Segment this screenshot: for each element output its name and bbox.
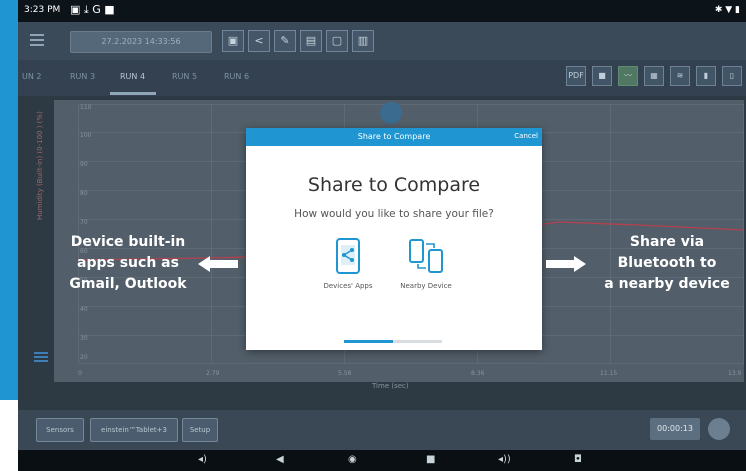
y-tick: 100 xyxy=(80,132,92,139)
dialog-header: Share to Compare Cancel xyxy=(246,128,542,146)
status-right-icons: ✱ ▼ ▮ xyxy=(714,5,740,15)
bottom-bar: Sensors einstein™Tablet+3 Setup 00:00:13 xyxy=(18,410,746,450)
home-icon[interactable]: ◉ xyxy=(348,454,357,465)
date-field[interactable]: 27.2.2023 14:33:56 xyxy=(70,31,212,53)
y-tick: 70 xyxy=(80,219,88,226)
y-tick: 30 xyxy=(80,335,88,342)
devices-apps-label: Devices' Apps xyxy=(323,282,373,290)
sensors-button[interactable]: Sensors xyxy=(36,418,84,442)
camera-icon[interactable]: ◘ xyxy=(574,454,582,465)
dialog-subtitle: How would you like to share your file? xyxy=(294,208,494,220)
file-icon[interactable]: ▥ xyxy=(352,30,374,52)
recents-icon[interactable]: ■ xyxy=(426,454,435,465)
status-time: 3:23 PM xyxy=(24,5,61,15)
left-arrow-icon xyxy=(198,256,238,272)
y-tick: 40 xyxy=(80,306,88,313)
record-button[interactable] xyxy=(708,418,730,440)
volume-down-icon[interactable]: ◂) xyxy=(198,454,207,465)
android-nav-bar: ◂) ◀ ◉ ■ ◂)) ◘ xyxy=(18,450,746,471)
x-tick: 0 xyxy=(78,370,82,377)
y-axis-label: Humidity (Built-in) (0-100 ) (%) xyxy=(36,111,44,220)
run-timer: 00:00:13 xyxy=(650,418,700,440)
dialog-progress-fill xyxy=(344,340,393,343)
dialog-progress xyxy=(344,340,442,343)
share-phone-icon xyxy=(336,238,360,274)
left-annotation: Device built-in apps such as Gmail, Outl… xyxy=(69,234,187,292)
setup-button[interactable]: Setup xyxy=(182,418,218,442)
run-tabs: UN 2 RUN 3 RUN 4 RUN 5 RUN 6 PDF ■ 〰 ▦ ≋… xyxy=(18,60,746,96)
x-axis-label: Time (sec) xyxy=(372,382,409,390)
pdf-icon[interactable]: PDF xyxy=(566,66,586,86)
back-icon[interactable]: ◀ xyxy=(276,454,284,465)
active-tab-indicator xyxy=(110,92,156,95)
nearby-device-label: Nearby Device xyxy=(400,282,452,290)
erase-icon[interactable]: ✎ xyxy=(274,30,296,52)
device-button[interactable]: einstein™Tablet+3 xyxy=(90,418,178,442)
share-icon[interactable]: < xyxy=(248,30,270,52)
x-tick: 13.9 xyxy=(728,370,742,377)
more-view-icon[interactable]: ▯ xyxy=(722,66,742,86)
y-tick: 80 xyxy=(80,190,88,197)
y-tick: 20 xyxy=(80,354,88,361)
y-tick: 90 xyxy=(80,161,88,168)
x-tick: 5.58 xyxy=(338,370,352,377)
x-tick: 2.79 xyxy=(206,370,220,377)
tab-run-5[interactable]: RUN 5 xyxy=(172,72,197,81)
right-arrow-icon xyxy=(546,256,586,272)
open-icon[interactable]: ▢ xyxy=(326,30,348,52)
wifi-icon[interactable]: ≋ xyxy=(670,66,690,86)
graph-view-icon[interactable]: 〰 xyxy=(618,66,638,86)
meter-view-icon[interactable]: ▮ xyxy=(696,66,716,86)
nearby-device-option[interactable]: Nearby Device xyxy=(396,238,456,290)
tab-run-6[interactable]: RUN 6 xyxy=(224,72,249,81)
status-bar: 3:23 PM ▣ ⤓ G ■ ✱ ▼ ▮ xyxy=(18,0,746,22)
volume-up-icon[interactable]: ◂)) xyxy=(498,454,511,465)
tab-run-4[interactable]: RUN 4 xyxy=(120,72,145,81)
list-icon[interactable] xyxy=(34,352,48,364)
dialog-title: Share to Compare xyxy=(307,174,481,196)
right-annotation: Share via Bluetooth to a nearby device xyxy=(604,234,730,292)
video-icon[interactable]: ■ xyxy=(592,66,612,86)
status-left-icons: ▣ ⤓ G ■ xyxy=(70,3,115,16)
nearby-devices-icon xyxy=(409,239,443,273)
cancel-button[interactable]: Cancel xyxy=(514,132,538,140)
dialog-header-title: Share to Compare xyxy=(357,132,431,141)
save-icon[interactable]: ▣ xyxy=(222,30,244,52)
x-tick: 11.15 xyxy=(600,370,618,377)
plot-options-icon[interactable] xyxy=(380,102,402,124)
share-dialog: Share to Compare Cancel Share to Compare… xyxy=(246,128,542,350)
copy-icon[interactable]: ▤ xyxy=(300,30,322,52)
table-view-icon[interactable]: ▦ xyxy=(644,66,664,86)
tab-run-3[interactable]: RUN 3 xyxy=(70,72,95,81)
x-tick: 8.36 xyxy=(471,370,485,377)
hamburger-menu-icon[interactable] xyxy=(30,34,44,46)
devices-apps-option[interactable]: Devices' Apps xyxy=(318,238,378,290)
top-toolbar: 27.2.2023 14:33:56 ▣ < ✎ ▤ ▢ ▥ xyxy=(18,22,746,60)
tab-run-2[interactable]: UN 2 xyxy=(22,72,41,81)
y-tick: 110 xyxy=(80,104,92,111)
